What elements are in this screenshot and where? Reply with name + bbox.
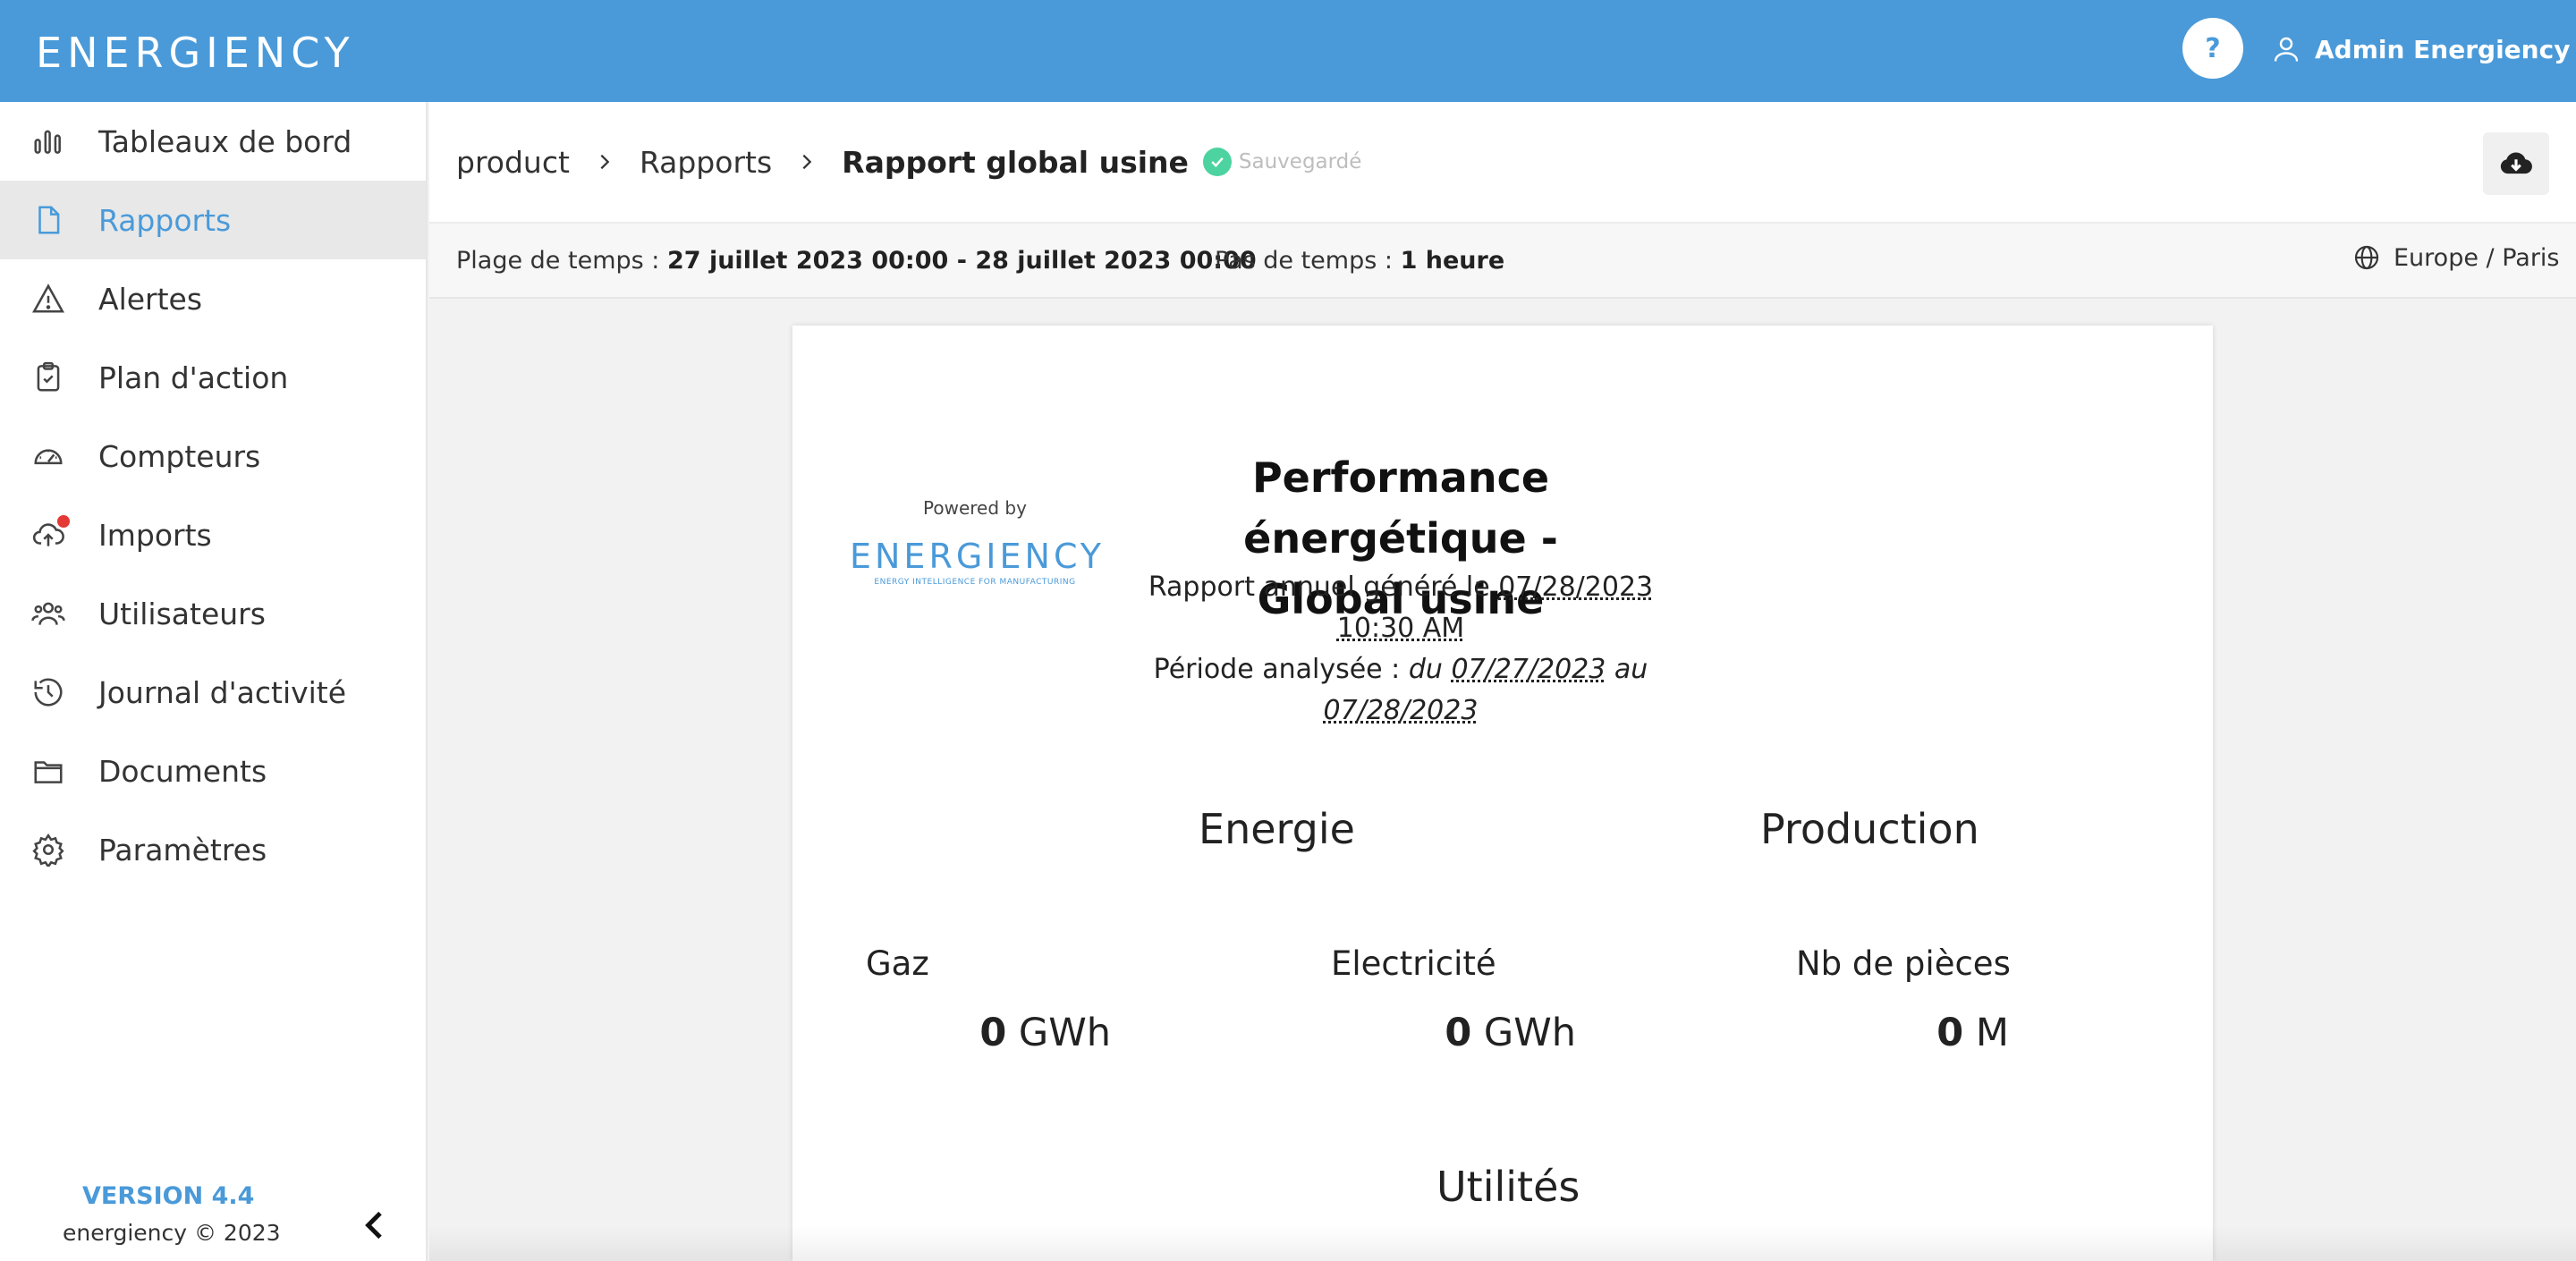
sidebar-item-label: Compteurs — [98, 438, 261, 474]
user-icon — [2274, 37, 2299, 62]
metric-electricite-unit: GWh — [1483, 1011, 1576, 1055]
section-utilites-title: Utilités — [1436, 1163, 1580, 1211]
metric-gaz-number: 0 — [979, 1011, 1007, 1055]
sidebar-item-plan-d-action[interactable]: Plan d'action — [0, 338, 426, 417]
time-range-selector[interactable]: Plage de temps : 27 juillet 2023 00:00 -… — [456, 247, 1257, 275]
sidebar-item-imports[interactable]: Imports — [0, 495, 426, 574]
period-from-date: 07/27/2023 — [1451, 654, 1606, 685]
report-period: Période analysée : du 07/27/2023 au 07/2… — [1132, 649, 1669, 732]
sidebar-item-label: Alertes — [98, 281, 203, 317]
sidebar: Tableaux de bord Rapports Alertes Plan d… — [0, 102, 428, 1261]
cloud-upload-icon — [30, 515, 70, 553]
metric-pieces-label: Nb de pièces — [1796, 944, 2011, 983]
warning-icon — [30, 281, 66, 317]
sidebar-item-compteurs[interactable]: Compteurs — [0, 417, 426, 495]
collapse-sidebar-icon[interactable] — [358, 1207, 394, 1243]
breadcrumb-item-product[interactable]: product — [456, 145, 570, 180]
period-du: du — [1408, 654, 1443, 685]
copyright-label: energiency © 2023 — [63, 1220, 281, 1246]
sidebar-item-parametres[interactable]: Paramètres — [0, 810, 426, 889]
sidebar-item-alertes[interactable]: Alertes — [0, 259, 426, 338]
sidebar-item-rapports[interactable]: Rapports — [0, 181, 426, 259]
help-button[interactable]: ? — [2182, 18, 2243, 79]
metric-gaz-label: Gaz — [866, 944, 929, 983]
sidebar-item-tableaux-de-bord[interactable]: Tableaux de bord — [0, 102, 426, 181]
check-circle-icon — [1202, 148, 1232, 176]
metric-electricite-number: 0 — [1445, 1011, 1472, 1055]
sidebar-footer: VERSION 4.4 energiency © 2023 — [0, 1175, 426, 1261]
saved-status-text: Sauvegardé — [1238, 150, 1362, 173]
time-settings-bar: Plage de temps : 27 juillet 2023 00:00 -… — [429, 224, 2576, 299]
breadcrumb: product Rapports Rapport global usine Sa… — [456, 140, 1361, 184]
metric-pieces-number: 0 — [1936, 1011, 1964, 1055]
sidebar-item-journal[interactable]: Journal d'activité — [0, 653, 426, 732]
time-step-selector[interactable]: Pas de temps : 1 heure — [1215, 247, 1504, 275]
logo-tagline: ENERGY INTELLIGENCE FOR MANUFACTURING — [874, 578, 1076, 587]
saved-status: Sauvegardé — [1202, 148, 1362, 176]
sidebar-item-label: Plan d'action — [98, 360, 289, 395]
sidebar-item-label: Tableaux de bord — [98, 123, 352, 159]
globe-icon — [2354, 245, 2379, 270]
report-generated: Rapport annuel généré le 07/28/2023 10:3… — [1132, 567, 1669, 649]
metric-pieces-unit: M — [1975, 1011, 2009, 1055]
chevron-right-icon — [600, 154, 610, 170]
sidebar-item-label: Journal d'activité — [98, 674, 347, 710]
top-header: ENERGIENCY ? Admin Energiency — [0, 0, 2576, 102]
generated-prefix: Rapport annuel généré le — [1148, 571, 1490, 603]
sidebar-item-label: Imports — [98, 517, 212, 553]
clipboard-check-icon — [30, 360, 66, 395]
folder-icon — [30, 753, 66, 789]
metric-electricite-label: Electricité — [1331, 944, 1496, 983]
metric-electricite-value: 0 GWh — [1308, 1011, 1576, 1055]
version-label: VERSION 4.4 — [82, 1182, 255, 1210]
chevron-right-icon — [802, 154, 812, 170]
users-icon — [30, 596, 66, 631]
timezone-label: Europe / Paris — [2394, 243, 2560, 272]
powered-by-label: Powered by — [923, 497, 1027, 519]
breadcrumb-bar: product Rapports Rapport global usine Sa… — [429, 102, 2576, 224]
user-menu[interactable]: Admin Energiency — [2270, 29, 2570, 70]
sidebar-item-label: Paramètres — [98, 832, 267, 867]
time-range-label: Plage de temps : — [456, 247, 660, 275]
page-title: Rapport global usine — [842, 144, 1189, 180]
history-icon — [30, 674, 66, 710]
metric-gaz-unit: GWh — [1018, 1011, 1111, 1055]
period-au: au — [1614, 654, 1648, 685]
sidebar-item-utilisateurs[interactable]: Utilisateurs — [0, 574, 426, 653]
metric-gaz-value: 0 GWh — [843, 1011, 1111, 1055]
timezone-selector[interactable]: Europe / Paris — [2352, 243, 2560, 272]
energiency-logo[interactable]: ENERGIENCY — [36, 29, 355, 77]
cloud-download-icon — [2500, 152, 2532, 174]
report-document: Powered by ENERGIENCY ENERGY INTELLIGENC… — [792, 326, 2213, 1261]
time-step-value: 1 heure — [1400, 247, 1505, 275]
time-range-value: 27 juillet 2023 00:00 - 28 juillet 2023 … — [666, 247, 1257, 275]
sidebar-item-label: Documents — [98, 753, 267, 789]
period-to-date: 07/28/2023 — [1323, 695, 1479, 726]
sidebar-item-label: Rapports — [98, 202, 232, 238]
report-title-line-1: Performance énergétique - — [1243, 453, 1558, 563]
bar-chart-icon — [30, 123, 66, 159]
section-production-title: Production — [1760, 805, 1979, 853]
gear-icon — [30, 832, 66, 867]
report-meta: Rapport annuel généré le 07/28/2023 10:3… — [1132, 567, 1669, 732]
document-icon — [30, 202, 66, 238]
period-prefix: Période analysée : — [1153, 654, 1401, 685]
gauge-icon — [30, 438, 66, 474]
notification-dot — [57, 515, 70, 528]
time-step-label: Pas de temps : — [1215, 247, 1393, 275]
metric-pieces-value: 0 M — [1741, 1011, 2009, 1055]
energiency-report-logo: ENERGIENCY — [850, 537, 1106, 576]
breadcrumb-item-rapports[interactable]: Rapports — [640, 145, 772, 180]
section-energie-title: Energie — [1199, 805, 1355, 853]
user-name: Admin Energiency — [2315, 34, 2571, 64]
sidebar-item-label: Utilisateurs — [98, 596, 266, 631]
powered-by-block: Powered by ENERGIENCY ENERGY INTELLIGENC… — [850, 497, 1106, 587]
download-button[interactable] — [2483, 132, 2549, 195]
sidebar-item-documents[interactable]: Documents — [0, 732, 426, 810]
